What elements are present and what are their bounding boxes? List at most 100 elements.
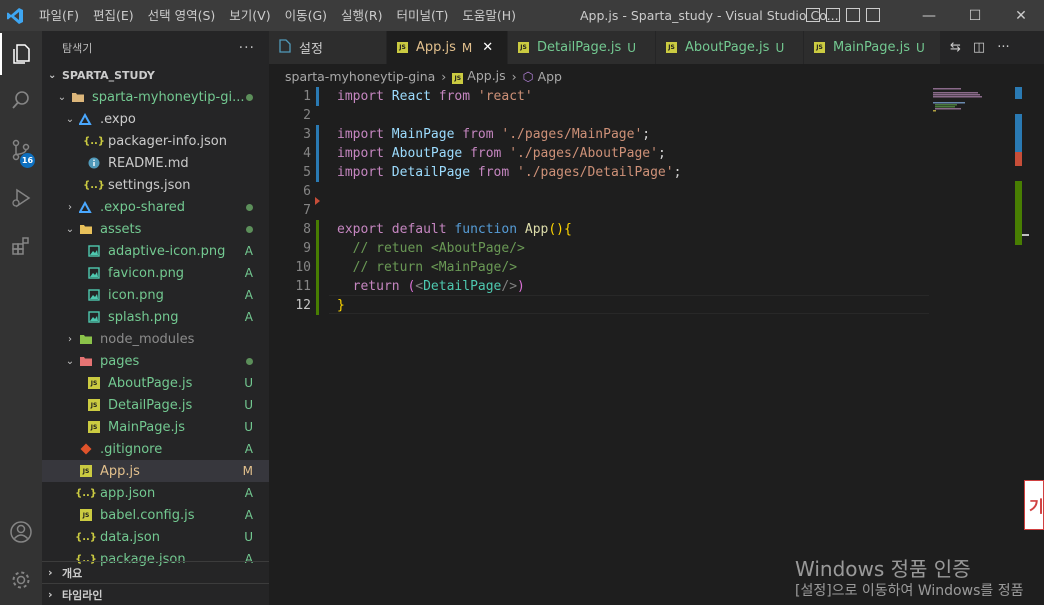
tree-item[interactable]: splash.png A: [42, 306, 269, 328]
js-file-icon: JS: [666, 42, 677, 53]
toggle-panel-icon[interactable]: [826, 8, 840, 22]
code-line: 11 return (<DetailPage/>): [269, 277, 929, 296]
maximize-button[interactable]: ☐: [952, 0, 998, 31]
toggle-primary-sidebar-icon[interactable]: [806, 8, 820, 22]
tab-mainpage-js[interactable]: JS MainPage.js U: [804, 31, 944, 64]
more-actions-icon[interactable]: ···: [997, 40, 1009, 55]
code-token: from: [462, 127, 494, 142]
tree-item[interactable]: JS MainPage.js U: [42, 416, 269, 438]
tree-item[interactable]: {..} app.json A: [42, 482, 269, 504]
json-file-icon: {..}: [83, 135, 105, 147]
tree-item[interactable]: ⌄ .expo: [42, 108, 269, 130]
code-token: './pages/DetailPage': [517, 165, 674, 180]
manage-gear-icon[interactable]: [0, 559, 42, 601]
menu-item[interactable]: 터미널(T): [390, 0, 456, 31]
explorer-sidebar: 탐색기 ··· ⌄ SPARTA_STUDY ⌄ sparta-myhoneyti…: [42, 31, 269, 605]
tree-item[interactable]: JS babel.config.js A: [42, 504, 269, 526]
tree-item[interactable]: adaptive-icon.png A: [42, 240, 269, 262]
git-status-badge: U: [244, 398, 253, 412]
tree-item[interactable]: .gitignore A: [42, 438, 269, 460]
tree-item[interactable]: ⌄ assets: [42, 218, 269, 240]
tab-label: App.js: [416, 40, 456, 55]
tree-item[interactable]: icon.png A: [42, 284, 269, 306]
tree-item[interactable]: README.md: [42, 152, 269, 174]
extensions-icon[interactable]: [0, 225, 42, 267]
open-changes-icon[interactable]: ⇆: [950, 40, 961, 55]
tab-[interactable]: 설정: [269, 31, 387, 64]
breadcrumb-file[interactable]: JS App.js: [452, 68, 506, 84]
menu-item[interactable]: 도움말(H): [455, 0, 523, 31]
tree-item[interactable]: › node_modules: [42, 328, 269, 350]
tree-item[interactable]: {..} packager-info.json: [42, 130, 269, 152]
customize-layout-icon[interactable]: [866, 8, 880, 22]
tab-aboutpage-js[interactable]: JS AboutPage.js U: [656, 31, 804, 64]
menu-item[interactable]: 보기(V): [222, 0, 277, 31]
chevron-right-icon: ›: [441, 68, 447, 84]
tab-label: AboutPage.js: [685, 40, 770, 55]
git-status-badge: U: [244, 530, 253, 544]
minimap[interactable]: [929, 87, 1015, 117]
menu-bar: 파일(F) 편집(E) 선택 영역(S) 보기(V) 이동(G) 실행(R) 터미널(T) 도…: [32, 0, 523, 31]
split-editor-icon[interactable]: ◫: [973, 40, 985, 55]
timeline-section[interactable]: › 타임라인: [42, 583, 269, 605]
line-number: 4: [303, 146, 311, 161]
search-icon[interactable]: [0, 79, 42, 121]
image-file-icon: [86, 287, 102, 303]
js-file-icon: JS: [452, 73, 464, 84]
tree-item[interactable]: {..} data.json U: [42, 526, 269, 548]
git-status-badge: A: [244, 442, 253, 456]
menu-item[interactable]: 파일(F): [32, 0, 86, 31]
code-token: import: [337, 165, 384, 180]
menu-item[interactable]: 실행(R): [334, 0, 389, 31]
menu-item[interactable]: 선택 영역(S): [141, 0, 223, 31]
toggle-secondary-sidebar-icon[interactable]: [846, 8, 860, 22]
tab-detailpage-js[interactable]: JS DetailPage.js U: [508, 31, 656, 64]
notification-popup-edge[interactable]: 기: [1024, 480, 1044, 530]
chevron-down-icon: ⌄: [48, 69, 57, 81]
close-tab-icon[interactable]: ✕: [482, 40, 493, 55]
line-number: 2: [303, 108, 311, 123]
account-icon[interactable]: [0, 511, 42, 553]
code-token: from: [477, 165, 510, 180]
workspace-root[interactable]: ⌄ SPARTA_STUDY: [42, 64, 269, 86]
expo-folder-icon: [78, 111, 94, 127]
editor-actions: ⇆ ◫ ···: [940, 31, 1029, 64]
menu-item[interactable]: 이동(G): [278, 0, 334, 31]
minimize-button[interactable]: —: [906, 0, 952, 31]
tree-item[interactable]: ⌄ pages: [42, 350, 269, 372]
tree-item-label: favicon.png: [108, 265, 185, 281]
tab-git-status: U: [627, 40, 637, 55]
tree-item-label: sparta-myhoneytip-gi...: [92, 89, 245, 105]
tree-item[interactable]: ⌄ sparta-myhoneytip-gi...: [42, 86, 269, 108]
explorer-more-button[interactable]: ···: [239, 40, 255, 56]
tab-app-js[interactable]: JS App.js M ✕: [387, 31, 508, 64]
tree-item[interactable]: favicon.png A: [42, 262, 269, 284]
menu-item[interactable]: 편집(E): [86, 0, 141, 31]
breadcrumb-folder[interactable]: sparta-myhoneytip-gina: [285, 69, 435, 84]
code-token: <: [415, 279, 424, 294]
close-window-button[interactable]: ✕: [998, 0, 1044, 31]
code-token: export: [337, 222, 384, 237]
tree-item[interactable]: JS App.js M: [42, 460, 269, 482]
tree-item[interactable]: JS DetailPage.js U: [42, 394, 269, 416]
run-debug-icon[interactable]: [0, 177, 42, 219]
breadcrumb-symbol-label: App: [537, 68, 562, 84]
status-dot-icon: [246, 90, 253, 104]
explorer-icon[interactable]: [0, 33, 42, 75]
vscode-logo-icon: [0, 0, 30, 31]
tree-item[interactable]: › .expo-shared: [42, 196, 269, 218]
code-token: {: [564, 222, 572, 237]
tree-item-label: pages: [100, 353, 140, 369]
code-token: import: [337, 89, 384, 104]
code-editor[interactable]: 1 import React from 'react' 2 3 import MainP…: [269, 87, 929, 605]
tree-item[interactable]: JS AboutPage.js U: [42, 372, 269, 394]
source-control-icon[interactable]: 16: [0, 129, 42, 171]
breadcrumb-symbol[interactable]: ⬡ App: [523, 69, 562, 84]
breadcrumb: sparta-myhoneytip-gina › JS App.js › ⬡ Ap…: [269, 64, 1029, 88]
outline-section[interactable]: › 개요: [42, 561, 269, 583]
tree-item[interactable]: {..} settings.json: [42, 174, 269, 196]
code-text: return (<DetailPage/>): [337, 279, 525, 294]
